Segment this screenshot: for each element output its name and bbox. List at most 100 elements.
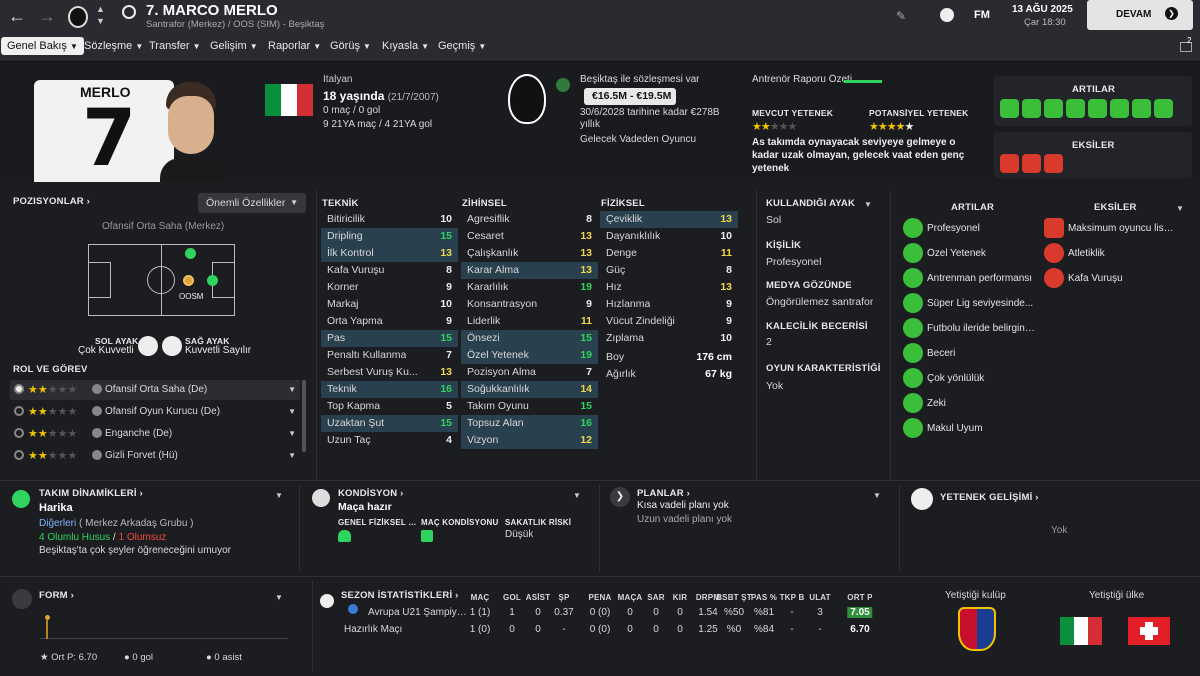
tab-transfer[interactable]: Transfer ▼	[149, 40, 201, 52]
back-arrow-icon[interactable]: ←	[8, 6, 28, 26]
con-chip-icon[interactable]	[1044, 154, 1063, 173]
physical-attr-row[interactable]: Vücut Zindeliği 9	[600, 313, 738, 330]
con-item[interactable]: Maksimum oyuncu lisansı...	[1042, 218, 1182, 240]
youth-club-crest[interactable]	[958, 607, 996, 651]
pro-item[interactable]: Makul Uyum	[901, 418, 1041, 440]
condition-title[interactable]: KONDİSYON ›	[338, 488, 404, 499]
season-col-header[interactable]: SAR	[647, 593, 665, 602]
role-radio-icon[interactable]	[14, 406, 24, 416]
pro-chip-icon[interactable]	[1132, 99, 1151, 118]
technical-attr-row[interactable]: Bitiricilik 10	[321, 211, 458, 228]
mental-attr-row[interactable]: Soğukkanlılık 14	[461, 381, 598, 398]
technical-attr-row[interactable]: Penaltı Kullanma 7	[321, 347, 458, 364]
roles-scrollbar[interactable]	[302, 380, 306, 452]
physical-attr-row[interactable]: Hızlanma 9	[600, 296, 738, 313]
technical-attr-row[interactable]: İlk Kontrol 13	[321, 245, 458, 262]
continue-button[interactable]: DEVAM ❯	[1087, 0, 1193, 30]
player-switch-icon[interactable]: ▲ ▼	[96, 3, 105, 27]
technical-attr-row[interactable]: Pas 15	[321, 330, 458, 347]
pro-chip-icon[interactable]	[1088, 99, 1107, 118]
physical-attr-row[interactable]: Çeviklik 13	[600, 211, 738, 228]
ball-icon[interactable]	[940, 8, 954, 22]
pro-item[interactable]: Beceri	[901, 343, 1041, 365]
plans-collapse-icon[interactable]: ▼	[873, 491, 881, 500]
tab-general[interactable]: Genel Bakış ▼	[1, 37, 84, 55]
role-radio-icon[interactable]	[14, 450, 24, 460]
physical-attr-row[interactable]: Güç 8	[600, 262, 738, 279]
mental-attr-row[interactable]: Karar Alma 13	[461, 262, 598, 279]
dynamics-title[interactable]: TAKIM DİNAMİKLERİ ›	[39, 488, 143, 499]
tab-reports[interactable]: Raporlar ▼	[268, 40, 321, 52]
mental-attr-row[interactable]: Takım Oyunu 15	[461, 398, 598, 415]
form-collapse-icon[interactable]: ▼	[275, 593, 283, 602]
mental-attr-row[interactable]: Topsuz Alan 16	[461, 415, 598, 432]
technical-attr-row[interactable]: Kafa Vuruşu 8	[321, 262, 458, 279]
flag-switzerland[interactable]	[1128, 617, 1170, 645]
con-chip-icon[interactable]	[1022, 154, 1041, 173]
technical-attr-row[interactable]: Uzun Taç 4	[321, 432, 458, 449]
technical-attr-row[interactable]: Orta Yapma 9	[321, 313, 458, 330]
technical-attr-row[interactable]: Top Kapma 5	[321, 398, 458, 415]
dynamics-positives[interactable]: 4 Olumlu Husus	[39, 532, 110, 543]
technical-attr-row[interactable]: Uzaktan Şut 15	[321, 415, 458, 432]
chevron-down-icon[interactable]: ▼	[288, 429, 296, 438]
role-row[interactable]: ★★★★★ Ofansif Orta Saha (De) ▼	[10, 380, 300, 400]
role-row[interactable]: ★★★★★ Enganche (De) ▼	[10, 424, 300, 444]
dynamics-group-link[interactable]: Diğerleri	[39, 518, 76, 529]
season-col-header[interactable]: ULAT	[809, 593, 831, 602]
dynamics-negatives[interactable]: 1 Olumsuz	[118, 532, 166, 543]
side-collapse-icon[interactable]: ▼	[864, 200, 872, 209]
attributes-dropdown[interactable]: Önemli Özellikler ▼	[198, 193, 306, 213]
season-col-header[interactable]: PAS %	[751, 593, 777, 602]
positions-title[interactable]: Pozisyonlar ›	[13, 196, 90, 207]
technical-attr-row[interactable]: Dripling 15	[321, 228, 458, 245]
season-col-header[interactable]: ASİST	[526, 593, 551, 602]
physical-attr-row[interactable]: Denge 11	[600, 245, 738, 262]
pro-chip-icon[interactable]	[1022, 99, 1041, 118]
mental-attr-row[interactable]: Özel Yetenek 19	[461, 347, 598, 364]
season-row-name[interactable]: Hazırlık Maçı	[344, 624, 448, 635]
mental-attr-row[interactable]: Kararlılık 19	[461, 279, 598, 296]
role-row[interactable]: ★★★★★ Gizli Forvet (Hü) ▼	[10, 446, 300, 466]
search-icon[interactable]	[122, 5, 136, 19]
mental-attr-row[interactable]: Vizyon 12	[461, 432, 598, 449]
technical-attr-row[interactable]: Serbest Vuruş Ku... 13	[321, 364, 458, 381]
pro-item[interactable]: Profesyonel	[901, 218, 1041, 240]
tab-compare[interactable]: Kıyasla ▼	[382, 40, 429, 52]
club-crest-icon[interactable]	[68, 6, 88, 28]
season-col-header[interactable]: MAÇ	[471, 593, 490, 602]
mental-attr-row[interactable]: Önsezi 15	[461, 330, 598, 347]
dynamics-collapse-icon[interactable]: ▼	[275, 491, 283, 500]
chevron-down-icon[interactable]: ▼	[288, 385, 296, 394]
plans-title[interactable]: PLANLAR ›	[637, 488, 690, 499]
season-col-header[interactable]: BSBT ŞT	[716, 593, 752, 602]
pro-item[interactable]: Süper Lig seviyesinde...	[901, 293, 1041, 315]
development-title[interactable]: YETENEK GELİŞİMİ ›	[940, 492, 1039, 503]
flag-italy-small[interactable]	[1060, 617, 1102, 645]
con-item[interactable]: Atletiklik	[1042, 243, 1182, 265]
mental-attr-row[interactable]: Agresiflik 8	[461, 211, 598, 228]
tab-development[interactable]: Gelişim ▼	[210, 40, 258, 52]
role-row[interactable]: ★★★★★ Ofansif Oyun Kurucu (De) ▼	[10, 402, 300, 422]
tab-view[interactable]: Görüş ▼	[330, 40, 371, 52]
pro-item[interactable]: Çok yönlülük	[901, 368, 1041, 390]
pro-chip-icon[interactable]	[1154, 99, 1173, 118]
pro-chip-icon[interactable]	[1066, 99, 1085, 118]
role-radio-icon[interactable]	[14, 384, 24, 394]
pro-chip-icon[interactable]	[1110, 99, 1129, 118]
fm-logo[interactable]: FM	[974, 9, 990, 21]
coach-report-title[interactable]: Antrenör Raporu Özeti	[752, 74, 852, 85]
season-col-header[interactable]: ŞP	[558, 593, 569, 602]
condition-collapse-icon[interactable]: ▼	[573, 491, 581, 500]
physical-attr-row[interactable]: Hız 13	[600, 279, 738, 296]
physical-attr-row[interactable]: Dayanıklılık 10	[600, 228, 738, 245]
form-title[interactable]: FORM ›	[39, 590, 74, 601]
info-icon[interactable]	[92, 384, 102, 394]
physical-attr-row[interactable]: Zıplama 10	[600, 330, 738, 347]
pro-item[interactable]: Futbolu ileride belirgin bir...	[901, 318, 1041, 340]
info-icon[interactable]	[92, 406, 102, 416]
mental-attr-row[interactable]: Konsantrasyon 9	[461, 296, 598, 313]
season-col-header[interactable]: KIR	[673, 593, 687, 602]
pro-item[interactable]: Özel Yetenek	[901, 243, 1041, 265]
pro-chip-icon[interactable]	[1044, 99, 1063, 118]
